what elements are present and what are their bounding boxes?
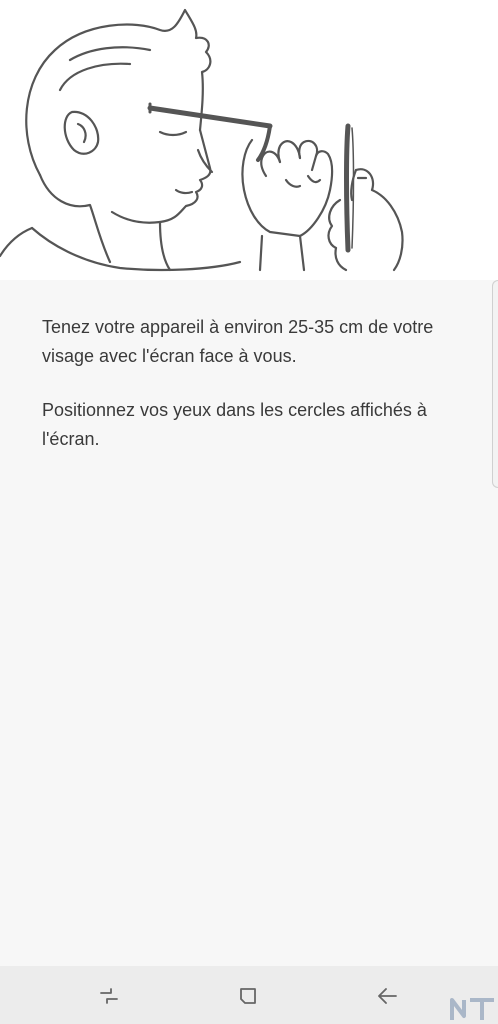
home-icon xyxy=(240,988,256,1004)
navigation-bar xyxy=(0,966,498,1024)
back-button[interactable] xyxy=(371,980,403,1012)
person-holding-phone-illustration xyxy=(0,0,498,280)
instruction-distance-text: Tenez votre appareil à environ 25-35 cm … xyxy=(42,317,434,366)
back-icon xyxy=(378,988,397,1004)
iris-scan-guide-screen: Tenez votre appareil à environ 25-35 cm … xyxy=(0,0,498,1024)
instruction-eyes-text: Positionnez vos yeux dans les cercles af… xyxy=(42,400,427,449)
watermark-logo xyxy=(448,994,498,1024)
instructions-panel: Tenez votre appareil à environ 25-35 cm … xyxy=(0,280,498,966)
home-button[interactable] xyxy=(232,980,264,1012)
recent-apps-button[interactable] xyxy=(93,980,125,1012)
edge-panel-handle[interactable] xyxy=(492,280,498,488)
recent-apps-icon xyxy=(100,988,118,1004)
